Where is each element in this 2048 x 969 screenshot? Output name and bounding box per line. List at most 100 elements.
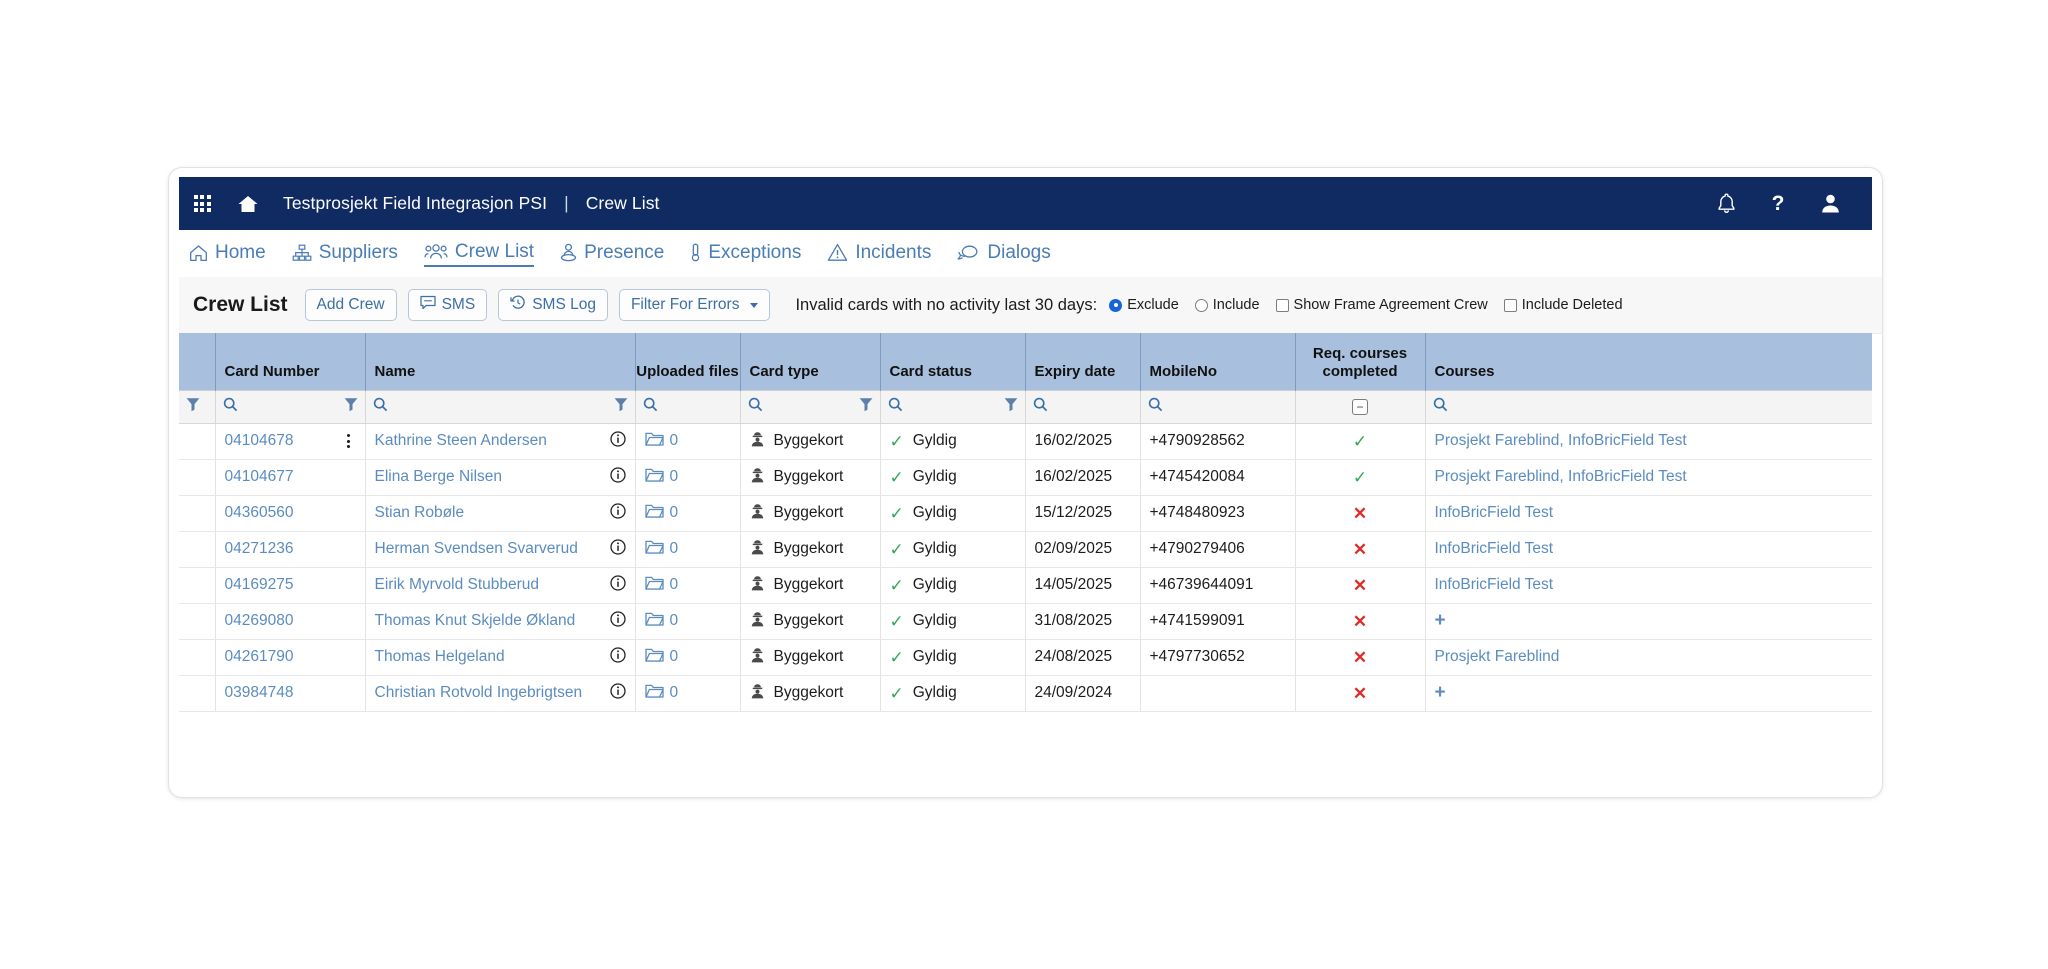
cell-uploaded-files[interactable]: 0 (634, 639, 740, 676)
row-select-cell[interactable] (179, 459, 215, 496)
col-req-courses-completed[interactable]: Req. courses completed (1294, 333, 1425, 390)
cell-name[interactable]: Christian Rotvold Ingebrigtsen (364, 675, 635, 712)
cell-card-number[interactable]: 04169275 (214, 567, 365, 604)
filter-funnel-icon[interactable] (859, 397, 873, 417)
cell-courses[interactable]: InfoBricField Test (1424, 567, 1872, 604)
radio-include[interactable]: Include (1194, 297, 1260, 313)
grid-apps-icon[interactable] (179, 177, 225, 230)
courses-link[interactable]: Prosjekt Fareblind (1435, 648, 1560, 665)
row-select-cell[interactable] (179, 423, 215, 460)
cell-name[interactable]: Kathrine Steen Andersen (364, 423, 635, 460)
card-number-link[interactable]: 04261790 (225, 648, 294, 666)
crew-name-link[interactable]: Stian Robøle (375, 504, 465, 522)
cell-name[interactable]: Elina Berge Nilsen (364, 459, 635, 496)
nav-item-exceptions[interactable]: Exceptions (690, 242, 801, 266)
col-card-type[interactable]: Card type (739, 333, 880, 390)
checkbox-frame-agreement-input[interactable] (1275, 298, 1289, 312)
user-avatar-icon[interactable] (1818, 192, 1842, 216)
cell-card-number[interactable]: 04360560 (214, 495, 365, 532)
search-icon[interactable] (1148, 397, 1163, 417)
courses-link[interactable]: InfoBricField Test (1435, 540, 1554, 557)
row-actions-kebab-icon[interactable] (341, 434, 356, 448)
crew-name-link[interactable]: Eirik Myrvold Stubberud (375, 576, 540, 594)
info-circle-icon[interactable] (609, 430, 626, 452)
col-card-status[interactable]: Card status (879, 333, 1025, 390)
add-course-plus-icon[interactable]: + (1435, 682, 1446, 703)
search-icon[interactable] (888, 397, 903, 417)
col-name[interactable]: Name (364, 333, 635, 390)
col-uploaded-files[interactable]: Uploaded files (634, 333, 740, 390)
info-circle-icon[interactable] (609, 538, 626, 560)
row-select-cell[interactable] (179, 603, 215, 640)
card-number-link[interactable]: 04271236 (225, 540, 294, 558)
table-row[interactable]: 04104677 Elina Berge Nilsen 0 Byggekort ✓ Gyl… (179, 459, 1872, 496)
nav-item-suppliers[interactable]: Suppliers (292, 242, 398, 266)
crew-name-link[interactable]: Kathrine Steen Andersen (375, 432, 547, 450)
cell-courses[interactable]: InfoBricField Test (1424, 531, 1872, 568)
cell-name[interactable]: Herman Svendsen Svarverud (364, 531, 635, 568)
crew-name-link[interactable]: Christian Rotvold Ingebrigtsen (375, 684, 583, 702)
filter-funnel-icon[interactable] (186, 397, 200, 417)
cell-card-number[interactable]: 04104678 (214, 423, 365, 460)
info-circle-icon[interactable] (609, 646, 626, 668)
search-icon[interactable] (373, 397, 388, 417)
search-icon[interactable] (748, 397, 763, 417)
cell-uploaded-files[interactable]: 0 (634, 423, 740, 460)
row-select-cell[interactable] (179, 531, 215, 568)
nav-item-crew-list[interactable]: Crew List (423, 241, 535, 267)
nav-item-presence[interactable]: Presence (560, 242, 664, 266)
radio-exclude[interactable]: Exclude (1109, 297, 1179, 313)
crew-name-link[interactable]: Thomas Helgeland (375, 648, 505, 666)
courses-link[interactable]: InfoBricField Test (1435, 576, 1554, 593)
cell-uploaded-files[interactable]: 0 (634, 495, 740, 532)
table-row[interactable]: 04169275 Eirik Myrvold Stubberud 0 Byggekor… (179, 567, 1872, 604)
card-number-link[interactable]: 03984748 (225, 684, 294, 702)
radio-exclude-input[interactable] (1109, 298, 1123, 312)
card-number-link[interactable]: 04360560 (225, 504, 294, 522)
filter-funnel-icon[interactable] (1004, 397, 1018, 417)
cell-card-number[interactable]: 04104677 (214, 459, 365, 496)
sms-button[interactable]: SMS (407, 289, 488, 321)
col-expiry-date[interactable]: Expiry date (1024, 333, 1140, 390)
cell-name[interactable]: Stian Robøle (364, 495, 635, 532)
filter-funnel-icon[interactable] (614, 397, 628, 417)
add-crew-button[interactable]: Add Crew (304, 289, 397, 321)
notification-bell-icon[interactable] (1714, 192, 1738, 216)
table-row[interactable]: 04269080 Thomas Knut Skjelde Økland 0 Bygge… (179, 603, 1872, 640)
checkbox-include-deleted-input[interactable] (1503, 298, 1517, 312)
table-row[interactable]: 04271236 Herman Svendsen Svarverud 0 Byggek… (179, 531, 1872, 568)
cell-uploaded-files[interactable]: 0 (634, 531, 740, 568)
row-select-cell[interactable] (179, 567, 215, 604)
cell-uploaded-files[interactable]: 0 (634, 567, 740, 604)
crew-name-link[interactable]: Elina Berge Nilsen (375, 468, 503, 486)
cell-name[interactable]: Thomas Helgeland (364, 639, 635, 676)
cell-courses[interactable]: + (1424, 603, 1872, 640)
home-icon[interactable] (225, 177, 271, 230)
filter-funnel-icon[interactable] (344, 397, 358, 417)
nav-item-incidents[interactable]: Incidents (827, 242, 931, 266)
minus-box-icon[interactable]: − (1352, 398, 1368, 415)
help-question-icon[interactable]: ? (1766, 192, 1790, 216)
crew-name-link[interactable]: Herman Svendsen Svarverud (375, 540, 578, 558)
cell-uploaded-files[interactable]: 0 (634, 459, 740, 496)
nav-item-dialogs[interactable]: Dialogs (957, 242, 1051, 266)
table-row[interactable]: 04261790 Thomas Helgeland 0 Byggekort ✓ Gyldi… (179, 639, 1872, 676)
card-number-link[interactable]: 04269080 (225, 612, 294, 630)
nav-item-home[interactable]: Home (189, 242, 266, 266)
row-select-cell[interactable] (179, 639, 215, 676)
courses-link[interactable]: InfoBricField Test (1435, 504, 1554, 521)
sms-log-button[interactable]: SMS Log (498, 289, 608, 321)
info-circle-icon[interactable] (609, 574, 626, 596)
cell-courses[interactable]: + (1424, 675, 1872, 712)
search-icon[interactable] (643, 397, 658, 417)
cell-courses[interactable]: Prosjekt Fareblind, InfoBricField Test (1424, 459, 1872, 496)
info-circle-icon[interactable] (609, 610, 626, 632)
card-number-link[interactable]: 04104678 (225, 432, 294, 450)
col-card-number[interactable]: Card Number (214, 333, 365, 390)
col-courses[interactable]: Courses (1424, 333, 1872, 390)
search-icon[interactable] (1033, 397, 1048, 417)
filter-for-errors-dropdown[interactable]: Filter For Errors (618, 289, 771, 321)
checkbox-show-frame-agreement-crew[interactable]: Show Frame Agreement Crew (1275, 297, 1488, 313)
cell-card-number[interactable]: 04269080 (214, 603, 365, 640)
search-icon[interactable] (1433, 397, 1448, 417)
